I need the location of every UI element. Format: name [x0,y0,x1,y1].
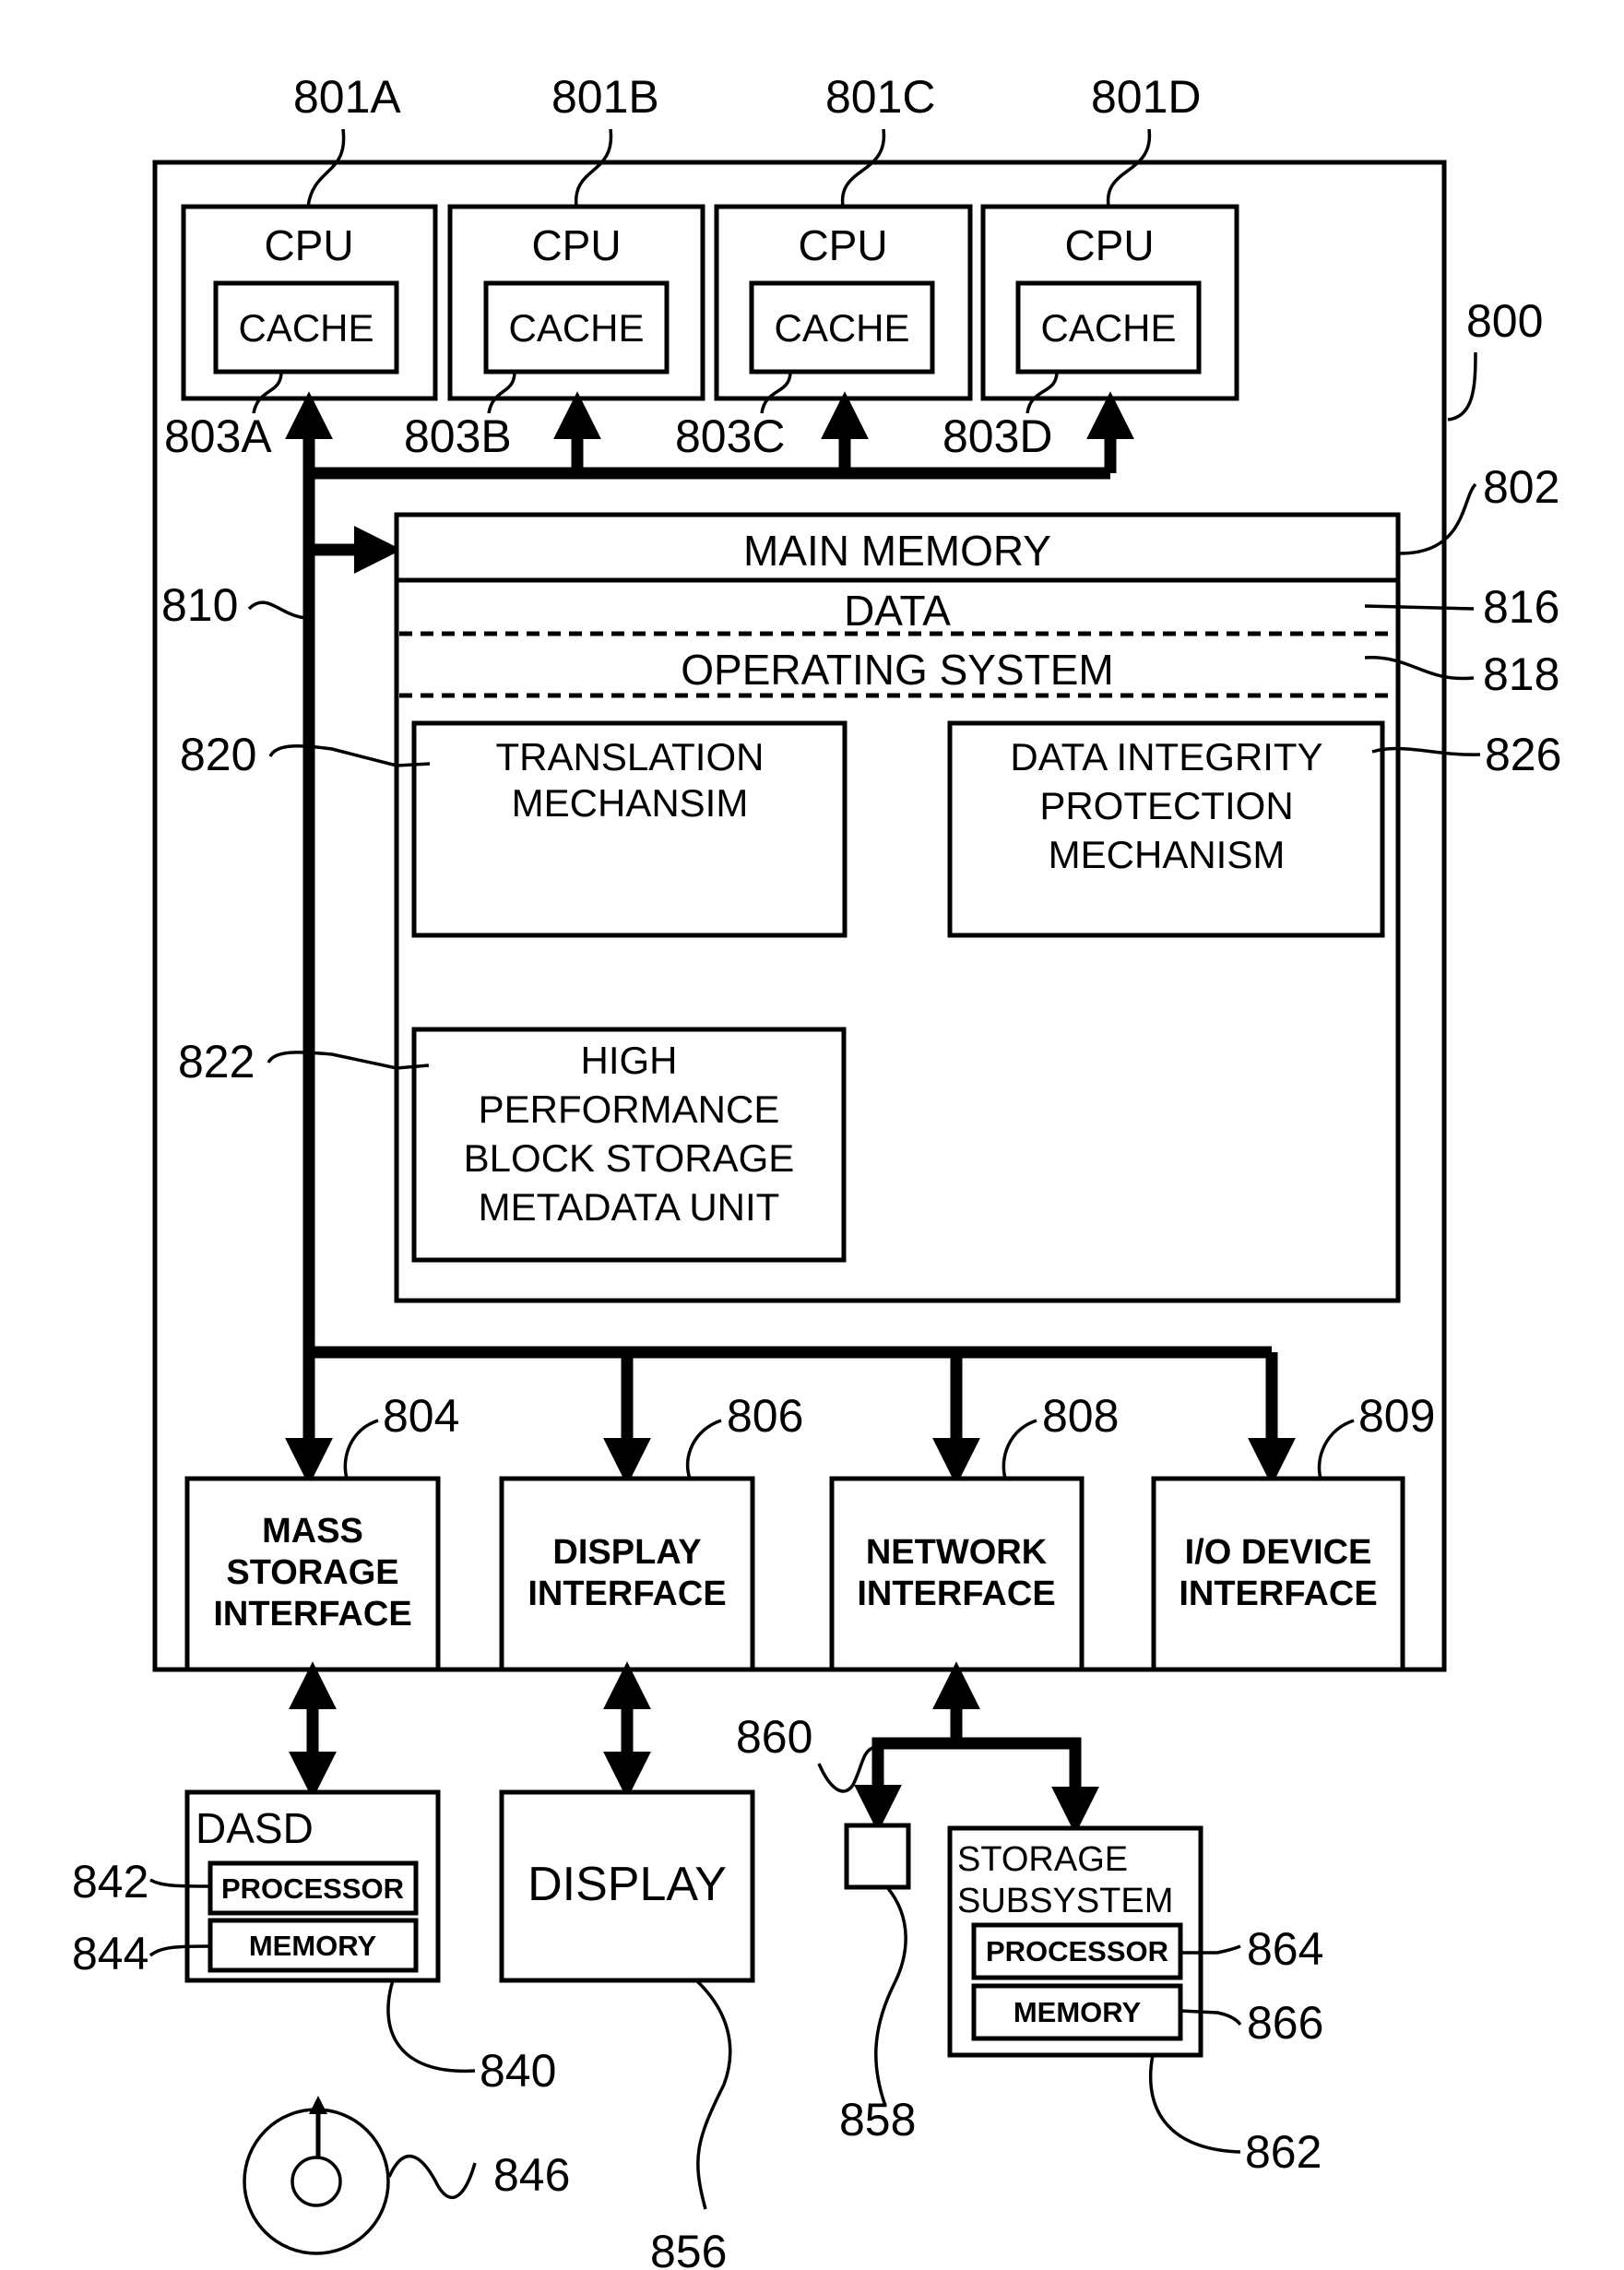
integrity-ref-label: 826 [1485,729,1561,780]
storage-subsystem-ref-label: 862 [1245,2126,1322,2178]
storage-processor-label: PROCESSOR [986,1935,1168,1967]
translation-line-2: MECHANSIM [512,781,749,825]
interface-line-2: INTERFACE [528,1575,726,1613]
system-leader-line [1447,351,1477,422]
cpu-ref-label: 801A [293,71,401,123]
storage-subsystem-leader-line [1148,2054,1241,2154]
interface-ref-label: 808 [1042,1390,1119,1442]
integrity-line-2: PROTECTION [1039,784,1293,827]
dasd-label: DASD [196,1804,314,1852]
cache-label: CACHE [508,306,644,350]
storage-subsystem-line-1: STORAGE [957,1840,1128,1879]
cpu-label: CPU [264,221,353,269]
cache-label: CACHE [1040,306,1176,350]
disk-inner-circle [290,2156,342,2207]
cache-ref-label: 803B [404,410,512,462]
dasd-leader-line [386,1979,476,2073]
display-label: DISPLAY [528,1858,727,1911]
operating-system-label: OPERATING SYSTEM [681,646,1113,694]
network-device-box [844,1823,911,1890]
translation-ref-label: 820 [180,729,256,780]
cache-label: CACHE [238,306,373,350]
cpu-ref-label: 801C [825,71,936,123]
dasd-processor-label: PROCESSOR [221,1872,404,1905]
dasd-ref-label: 840 [480,2045,556,2097]
system-ref-label: 800 [1466,295,1543,347]
storage-subsystem-line-2: SUBSYSTEM [957,1882,1173,1920]
bus-ref-label: 810 [161,579,238,631]
operating-system-ref-label: 818 [1483,648,1559,700]
interface-line-2: INTERFACE [1179,1575,1377,1613]
storage-processor-ref-label: 864 [1247,1923,1323,1975]
disk-leader-line [387,2155,477,2199]
interface-line-1: I/O DEVICE [1185,1533,1372,1572]
dasd-memory-label: MEMORY [249,1930,377,1962]
cache-ref-label: 803C [675,410,786,462]
interface-line-3: INTERFACE [213,1595,411,1634]
network-leader-line [817,1746,873,1793]
disk: 846 [243,2096,570,2255]
cpu-ref-label: 801D [1091,71,1202,123]
dasd-processor-ref-label: 842 [72,1856,148,1908]
main-memory-label: MAIN MEMORY [743,527,1051,575]
disk-ref-label: 846 [493,2149,570,2201]
cpu-ref-label: 801B [551,71,659,123]
network-device-ref-label: 858 [839,2094,916,2145]
interface-ref-label: 809 [1358,1390,1435,1442]
metadata-line-4: METADATA UNIT [479,1185,780,1229]
data-label: DATA [844,587,951,635]
interface-line-1: MASS [262,1512,363,1551]
interface-line-2: INTERFACE [857,1575,1055,1613]
metadata-ref-label: 822 [178,1036,255,1087]
network-device: 858 [839,1823,916,2145]
translation-line-1: TRANSLATION [496,735,765,778]
storage-subsystem: STORAGE SUBSYSTEM PROCESSOR MEMORY 864 8… [947,1825,1323,2178]
display-leader-line [694,1979,732,2210]
network-branch [871,1737,1082,1815]
main-memory-ref-label: 802 [1483,461,1559,513]
storage-memory-ref-label: 866 [1247,1997,1323,2049]
interface-ref-label: 804 [383,1390,459,1442]
cpu-label: CPU [798,221,887,269]
metadata-line-1: HIGH [581,1039,678,1082]
cache-label: CACHE [774,306,909,350]
interface-line-2: STORAGE [226,1553,398,1592]
dasd: DASD PROCESSOR MEMORY 842 844 840 [72,1789,556,2097]
interface-line-1: DISPLAY [552,1533,701,1572]
data-ref-label: 816 [1483,581,1559,633]
metadata-line-2: PERFORMANCE [479,1087,780,1131]
display-ref-label: 856 [650,2226,727,2270]
network-device-leader-line [874,1885,907,2107]
cpu-label: CPU [1064,221,1154,269]
integrity-line-3: MECHANISM [1049,833,1286,876]
dasd-memory-ref-label: 844 [72,1928,148,1979]
interface-ref-label: 806 [727,1390,803,1442]
integrity-line-1: DATA INTEGRITY [1010,735,1322,778]
metadata-line-3: BLOCK STORAGE [464,1136,795,1180]
network-ref-label: 860 [736,1711,812,1763]
cache-ref-label: 803A [164,410,272,462]
storage-memory-label: MEMORY [1014,1996,1142,2028]
cache-ref-label: 803D [942,410,1053,462]
computer-system-diagram: 800 CPU CACHE 801A 803A CPU CACHE 801B 8… [72,71,1561,2270]
cpu-label: CPU [531,221,621,269]
interface-line-1: NETWORK [866,1533,1048,1572]
